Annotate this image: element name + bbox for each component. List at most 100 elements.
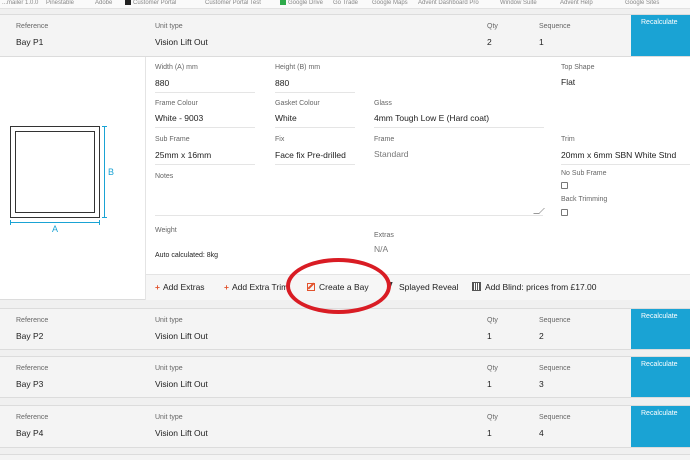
notes-label: Notes — [155, 173, 174, 180]
bookmark[interactable]: Google Maps — [372, 0, 408, 8]
recalculate-button[interactable]: Recalculate — [631, 309, 690, 349]
glass-label: Glass — [374, 100, 392, 107]
sequence-label: Sequence — [539, 365, 571, 372]
weight-value: Auto calculated: 8kg — [155, 252, 219, 259]
reference-value: Bay P3 — [16, 379, 44, 389]
window-diagram: B A — [0, 57, 146, 300]
frame-label: Frame — [374, 136, 395, 143]
bookmark[interactable]: Google Sites — [625, 0, 659, 8]
unit-type-label: Unit type — [155, 365, 183, 372]
sub-frame-label: Sub Frame — [155, 136, 190, 143]
recalculate-button[interactable]: Recalculate — [631, 15, 690, 56]
reference-value: Bay P2 — [16, 331, 44, 341]
add-extra-trim-button[interactable]: + Add Extra Trim — [224, 282, 288, 292]
add-extras-button[interactable]: + Add Extras — [155, 282, 205, 292]
bookmark[interactable]: Adobe — [95, 0, 112, 8]
add-blind-button[interactable]: Add Blind: prices from £17.00 — [472, 282, 597, 292]
sequence-value: 1 — [539, 37, 544, 47]
trim-select[interactable]: 20mm x 6mm SBN White Stnd — [561, 150, 690, 165]
unit-type-label: Unit type — [155, 414, 183, 421]
bookmark[interactable]: Window Suite — [500, 0, 537, 8]
bookmark[interactable]: Pinestable — [46, 0, 74, 8]
unit-type-value: Vision Lift Out — [155, 37, 208, 47]
bookmark-icon — [125, 0, 131, 5]
bookmark[interactable]: Customer Portal — [125, 0, 176, 8]
sub-frame-select[interactable]: 25mm x 16mm — [155, 150, 255, 165]
drive-icon — [280, 0, 286, 5]
dimension-b-label: B — [108, 167, 115, 177]
bay-row-next — [0, 454, 690, 460]
width-input[interactable]: 880 — [155, 78, 255, 93]
create-bay-button[interactable]: Create a Bay — [307, 282, 369, 292]
sequence-label: Sequence — [539, 23, 571, 30]
bookmarks-bar: ...mailer 1.0.0 Pinestable Adobe Custome… — [0, 0, 690, 9]
notes-textarea[interactable] — [155, 183, 545, 216]
no-sub-frame-label: No Sub Frame — [561, 170, 607, 177]
reference-label: Reference — [16, 23, 49, 30]
top-shape-label: Top Shape — [561, 64, 595, 71]
fix-label: Fix — [275, 136, 285, 143]
resize-handle[interactable] — [533, 208, 545, 214]
top-shape-select[interactable]: Flat — [561, 77, 681, 91]
no-sub-frame-checkbox[interactable] — [561, 182, 568, 189]
qty-label: Qty — [487, 23, 498, 30]
bay-row-p2[interactable]: Reference Bay P2 Unit type Vision Lift O… — [0, 308, 690, 350]
gasket-colour-label: Gasket Colour — [275, 100, 320, 107]
extras-value: N/A — [374, 244, 389, 254]
plus-icon: + — [155, 282, 160, 292]
qty-label: Qty — [487, 365, 498, 372]
back-trimming-label: Back Trimming — [561, 196, 608, 203]
sequence-value: 4 — [539, 428, 544, 438]
splay-icon — [387, 282, 397, 291]
bookmark[interactable]: Customer Portal Test — [205, 0, 261, 8]
bay-row-p4[interactable]: Reference Bay P4 Unit type Vision Lift O… — [0, 405, 690, 448]
height-input[interactable]: 880 — [275, 78, 355, 93]
sequence-label: Sequence — [539, 414, 571, 421]
bookmark[interactable]: Google Drive — [280, 0, 323, 8]
bay-row-p3[interactable]: Reference Bay P3 Unit type Vision Lift O… — [0, 356, 690, 398]
extras-label: Extras — [374, 232, 394, 239]
bookmark[interactable]: ...mailer 1.0.0 — [2, 0, 38, 8]
back-trimming-checkbox[interactable] — [561, 209, 568, 216]
unit-type-value: Vision Lift Out — [155, 331, 208, 341]
sequence-value: 2 — [539, 331, 544, 341]
weight-label: Weight — [155, 227, 177, 234]
bay-row-p1[interactable]: Reference Bay P1 Unit type Vision Lift O… — [0, 14, 690, 57]
reference-label: Reference — [16, 317, 49, 324]
bookmark[interactable]: Go Trade — [333, 0, 358, 8]
recalculate-button[interactable]: Recalculate — [631, 406, 690, 447]
edit-icon — [307, 283, 315, 291]
action-bar: + Add Extras + Add Extra Trim Create a Bay… — [146, 274, 690, 300]
dimension-a-label: A — [52, 224, 59, 234]
bookmark[interactable]: Advent Help — [560, 0, 593, 8]
sequence-label: Sequence — [539, 317, 571, 324]
unit-type-value: Vision Lift Out — [155, 428, 208, 438]
height-label: Height (B) mm — [275, 64, 321, 71]
reference-label: Reference — [16, 365, 49, 372]
trim-label: Trim — [561, 136, 575, 143]
frame-value: Standard — [374, 149, 409, 159]
recalculate-button[interactable]: Recalculate — [631, 357, 690, 397]
plus-icon: + — [224, 282, 229, 292]
frame-colour-label: Frame Colour — [155, 100, 198, 107]
qty-value: 1 — [487, 379, 492, 389]
reference-value: Bay P4 — [16, 428, 44, 438]
fix-select[interactable]: Face fix Pre-drilled — [275, 150, 355, 165]
sequence-value: 3 — [539, 379, 544, 389]
frame-colour-select[interactable]: White - 9003 — [155, 113, 255, 128]
qty-label: Qty — [487, 414, 498, 421]
qty-label: Qty — [487, 317, 498, 324]
bookmark[interactable]: Advent Dashboard Pro — [418, 0, 479, 8]
glass-select[interactable]: 4mm Tough Low E (Hard coat) — [374, 113, 544, 128]
reference-value: Bay P1 — [16, 37, 44, 47]
unit-type-label: Unit type — [155, 23, 183, 30]
gasket-colour-select[interactable]: White — [275, 113, 355, 128]
reference-label: Reference — [16, 414, 49, 421]
splayed-reveal-button[interactable]: Splayed Reveal — [387, 282, 459, 292]
width-label: Width (A) mm — [155, 64, 198, 71]
unit-type-value: Vision Lift Out — [155, 379, 208, 389]
bay-detail-panel: B A Width (A) mm 880 Height (B) mm 880 T… — [0, 57, 690, 300]
unit-type-label: Unit type — [155, 317, 183, 324]
blind-icon — [472, 282, 481, 291]
qty-value: 2 — [487, 37, 492, 47]
